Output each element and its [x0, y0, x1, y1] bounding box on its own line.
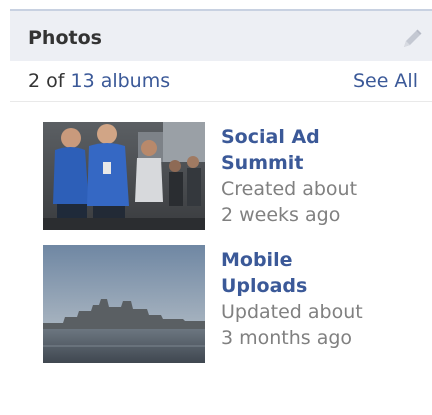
album-info: Mobile Uploads Updated about 3 months ag…	[221, 247, 421, 351]
photos-box-header: Photos	[10, 11, 432, 61]
album-meta-line: Updated about	[221, 301, 363, 323]
album-count-prefix: 2 of	[28, 70, 71, 92]
album-meta-line: 3 months ago	[221, 327, 353, 349]
photos-title: Photos	[28, 27, 102, 49]
album-meta-line: 2 weeks ago	[221, 204, 341, 226]
album-title-line[interactable]: Mobile	[221, 247, 421, 273]
city-skyline-thumbnail	[43, 245, 205, 363]
album-thumbnail[interactable]	[43, 122, 205, 230]
album-thumbnail[interactable]	[43, 245, 205, 363]
album-count: 2 of 13 albums	[28, 69, 170, 93]
see-all-link[interactable]: See All	[353, 69, 418, 93]
album-title-line[interactable]: Uploads	[221, 273, 421, 299]
album-info: Social Ad Summit Created about 2 weeks a…	[221, 124, 421, 228]
album-item: Social Ad Summit Created about 2 weeks a…	[43, 122, 423, 242]
albums-link[interactable]: 13 albums	[70, 70, 170, 92]
album-title-line[interactable]: Summit	[221, 150, 421, 176]
album-summary-bar: 2 of 13 albums See All	[10, 61, 432, 102]
album-title-line[interactable]: Social Ad	[221, 124, 421, 150]
event-photo-thumbnail	[43, 122, 205, 230]
album-item: Mobile Uploads Updated about 3 months ag…	[43, 245, 423, 365]
album-meta-line: Created about	[221, 178, 358, 200]
pencil-icon[interactable]	[398, 27, 424, 53]
